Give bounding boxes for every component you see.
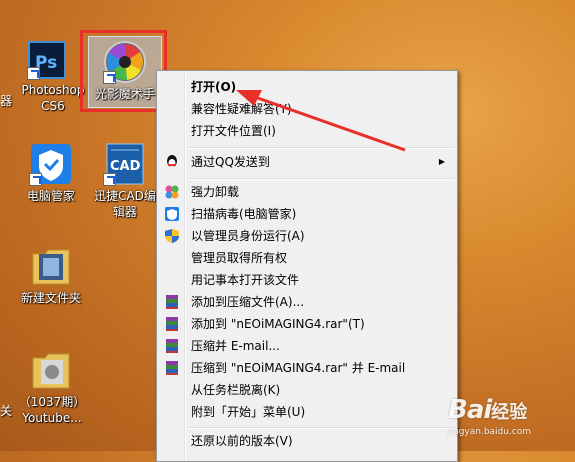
watermark-brand-suffix: 经验	[491, 402, 528, 423]
watermark-brand: Bai	[448, 395, 492, 425]
baidu-watermark: Bai经验 jingyan.baidu.com	[448, 395, 531, 437]
annotation-arrow	[236, 90, 406, 152]
watermark-url: jingyan.baidu.com	[448, 427, 532, 437]
